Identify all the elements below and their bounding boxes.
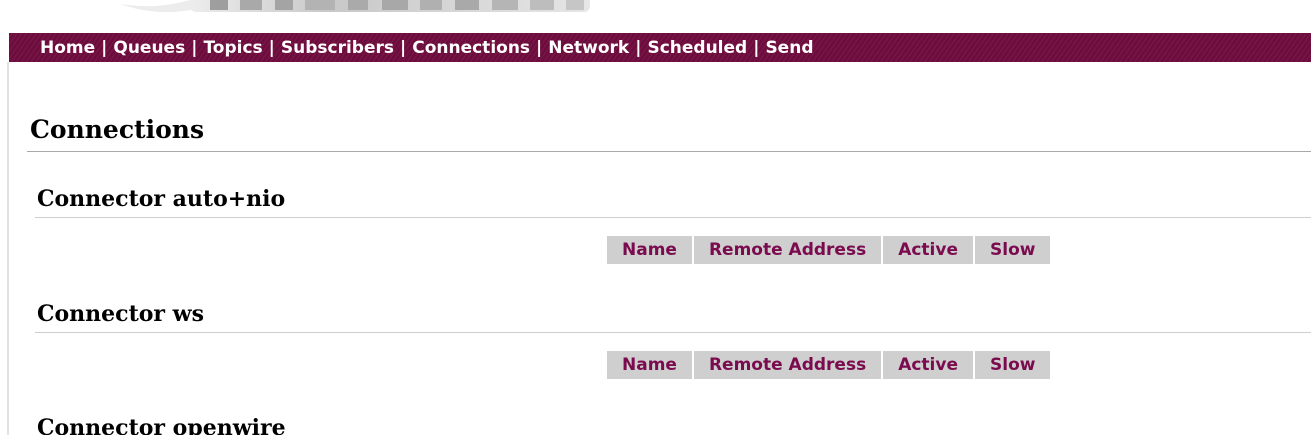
connections-table: Name Remote Address Active Slow bbox=[605, 349, 1052, 381]
nav-send-link[interactable]: Send bbox=[765, 38, 813, 58]
table-header-row: Name Remote Address Active Slow bbox=[607, 236, 1051, 264]
connector-title: Connector ws bbox=[37, 301, 204, 327]
nav-home-link[interactable]: Home bbox=[40, 38, 95, 58]
logo bbox=[120, 0, 590, 13]
nav-separator: | bbox=[753, 38, 760, 58]
page: Home | Queues | Topics | Subscribers | Connectio… bbox=[0, 0, 1311, 435]
nav-separator: | bbox=[635, 38, 642, 58]
nav-subscribers-link[interactable]: Subscribers bbox=[281, 38, 394, 58]
nav-queues-link[interactable]: Queues bbox=[113, 38, 185, 58]
column-header-name[interactable]: Name bbox=[607, 236, 692, 264]
column-header-active[interactable]: Active bbox=[883, 236, 973, 264]
nav-separator: | bbox=[191, 38, 198, 58]
connector-divider bbox=[35, 332, 1311, 333]
connections-table: Name Remote Address Active Slow bbox=[605, 234, 1052, 266]
connector-title: Connector openwire bbox=[37, 415, 286, 435]
column-header-remote-address[interactable]: Remote Address bbox=[693, 351, 882, 379]
column-header-slow[interactable]: Slow bbox=[975, 236, 1051, 264]
column-header-remote-address[interactable]: Remote Address bbox=[693, 236, 882, 264]
table-header-row: Name Remote Address Active Slow bbox=[607, 351, 1051, 379]
nav-separator: | bbox=[268, 38, 275, 58]
nav-topics-link[interactable]: Topics bbox=[203, 38, 262, 58]
nav-network-link[interactable]: Network bbox=[548, 38, 629, 58]
nav-separator: | bbox=[400, 38, 407, 58]
column-header-name[interactable]: Name bbox=[607, 351, 692, 379]
column-header-slow[interactable]: Slow bbox=[975, 351, 1051, 379]
nav-separator: | bbox=[101, 38, 108, 58]
page-title: Connections bbox=[30, 115, 205, 144]
page-title-divider bbox=[27, 151, 1311, 152]
left-border bbox=[7, 62, 9, 435]
nav-connections-link[interactable]: Connections bbox=[412, 38, 530, 58]
connector-divider bbox=[35, 217, 1311, 218]
nav-separator: | bbox=[536, 38, 543, 58]
column-header-active[interactable]: Active bbox=[883, 351, 973, 379]
nav-scheduled-link[interactable]: Scheduled bbox=[647, 38, 747, 58]
main-nav: Home | Queues | Topics | Subscribers | Connectio… bbox=[9, 33, 1311, 62]
connector-title: Connector auto+nio bbox=[37, 186, 286, 212]
